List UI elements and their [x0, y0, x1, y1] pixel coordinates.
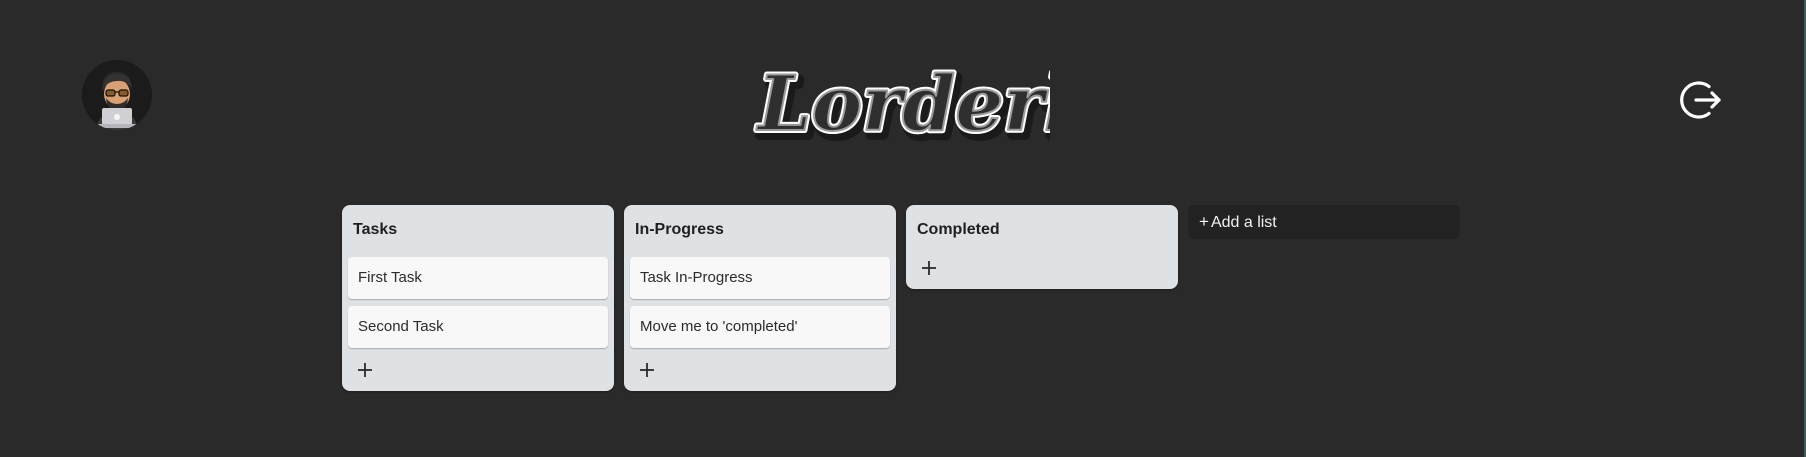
svg-text:Lorderly: Lorderly [756, 59, 1050, 148]
list-in-progress: In-Progress Task In-Progress Move me to … [624, 205, 896, 391]
logout-icon [1680, 81, 1721, 119]
list-completed: Completed [906, 205, 1178, 289]
add-card-button[interactable] [350, 355, 380, 385]
list-tasks: Tasks First Task Second Task [342, 205, 614, 391]
card-item[interactable]: First Task [348, 257, 608, 299]
user-avatar[interactable] [82, 60, 152, 130]
plus-icon: + [1199, 212, 1209, 231]
add-card-button[interactable] [914, 253, 944, 283]
list-title[interactable]: Tasks [348, 205, 608, 257]
app-page: Lorderly Lorderly Lorderly Tasks First T… [0, 0, 1806, 457]
kanban-board: Tasks First Task Second Task In-Progress… [342, 205, 1460, 391]
list-title[interactable]: In-Progress [630, 205, 890, 257]
card-item[interactable]: Task In-Progress [630, 257, 890, 299]
app-logo: Lorderly Lorderly Lorderly [750, 48, 1050, 170]
logout-button[interactable] [1679, 78, 1723, 122]
list-title[interactable]: Completed [912, 205, 1172, 257]
card-item[interactable]: Second Task [348, 306, 608, 348]
plus-icon [358, 363, 372, 377]
logo-wordmark: Lorderly Lorderly Lorderly [753, 56, 1050, 158]
plus-icon [640, 363, 654, 377]
avatar-icon [82, 60, 152, 130]
add-list-label: Add a list [1210, 214, 1277, 231]
card-item[interactable]: Move me to 'completed' [630, 306, 890, 348]
plus-icon [922, 261, 936, 275]
add-card-button[interactable] [632, 355, 662, 385]
add-list-button[interactable]: + Add a list [1188, 205, 1460, 239]
